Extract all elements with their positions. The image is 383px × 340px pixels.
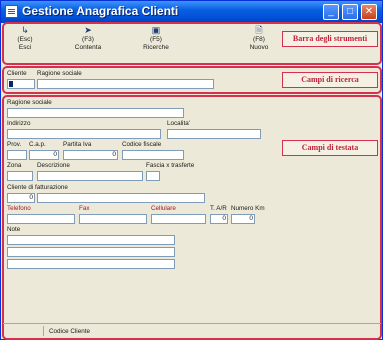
minimize-button[interactable]: _: [323, 4, 339, 20]
header-callout: Campi di testata: [282, 140, 378, 156]
search-callout: Campi di ricerca: [282, 72, 378, 88]
codice-fiscale-field[interactable]: [122, 150, 184, 160]
cap-field[interactable]: 0: [29, 150, 59, 160]
telefono-label: Telefono: [7, 205, 31, 212]
status-text: Codice Cliente: [49, 328, 90, 335]
numero-km-field[interactable]: 0: [231, 214, 255, 224]
ragione-sociale-label: Ragione sociale: [7, 99, 52, 106]
window-title: Gestione Anagrafica Clienti: [22, 4, 179, 18]
prov-label: Prov.: [7, 141, 22, 148]
localita-field[interactable]: [167, 129, 261, 139]
maximize-button[interactable]: □: [342, 4, 358, 20]
descrizione-label: Descrizione: [37, 162, 70, 169]
ragione-sociale-field[interactable]: [7, 108, 184, 118]
indirizzo-field[interactable]: [7, 129, 161, 139]
status-divider: [43, 326, 44, 336]
telefono-field[interactable]: [7, 214, 75, 224]
fascia-field[interactable]: [146, 171, 160, 181]
indirizzo-label: Indirizzo: [7, 120, 31, 127]
tar-label: T. A/R: [210, 205, 227, 212]
cliente-fatturazione-name-field[interactable]: [37, 193, 205, 203]
search-cliente-input[interactable]: [7, 79, 35, 89]
codice-fiscale-label: Codice fiscale: [122, 141, 162, 148]
title-bar[interactable]: Gestione Anagrafica Clienti _ □ ✕: [1, 1, 382, 23]
cliente-fatturazione-field[interactable]: 0: [7, 193, 35, 203]
descrizione-field[interactable]: [37, 171, 143, 181]
note-label: Note: [7, 226, 21, 233]
tar-field[interactable]: 0: [210, 214, 228, 224]
numero-km-label: Numero Km: [231, 205, 265, 212]
fax-field[interactable]: [79, 214, 147, 224]
zona-label: Zona: [7, 162, 22, 169]
partita-iva-field[interactable]: 0: [63, 150, 118, 160]
search-ragione-label: Ragione sociale: [37, 70, 82, 77]
fascia-label: Fascia x trasferte: [146, 162, 195, 169]
note-line-3[interactable]: [7, 259, 175, 269]
prov-field[interactable]: [7, 150, 27, 160]
status-bar: Codice Cliente: [3, 323, 381, 337]
cap-label: C.a.p.: [29, 141, 46, 148]
toolbar-callout: Barra degli strumenti: [282, 31, 378, 47]
cellulare-label: Cellulare: [151, 205, 176, 212]
fax-label: Fax: [79, 205, 90, 212]
localita-label: Localita': [167, 120, 190, 127]
app-icon: [5, 5, 18, 18]
search-cliente-label: Cliente: [7, 70, 27, 77]
cellulare-field[interactable]: [151, 214, 206, 224]
close-button[interactable]: ✕: [361, 4, 377, 20]
zona-field[interactable]: [7, 171, 33, 181]
app-window: Gestione Anagrafica Clienti _ □ ✕ ↳ (Esc…: [0, 0, 383, 340]
note-line-2[interactable]: [7, 247, 175, 257]
partita-iva-label: Partita Iva: [63, 141, 92, 148]
search-ragione-input[interactable]: [37, 79, 214, 89]
cliente-fatturazione-label: Cliente di fatturazione: [7, 184, 68, 191]
note-line-1[interactable]: [7, 235, 175, 245]
